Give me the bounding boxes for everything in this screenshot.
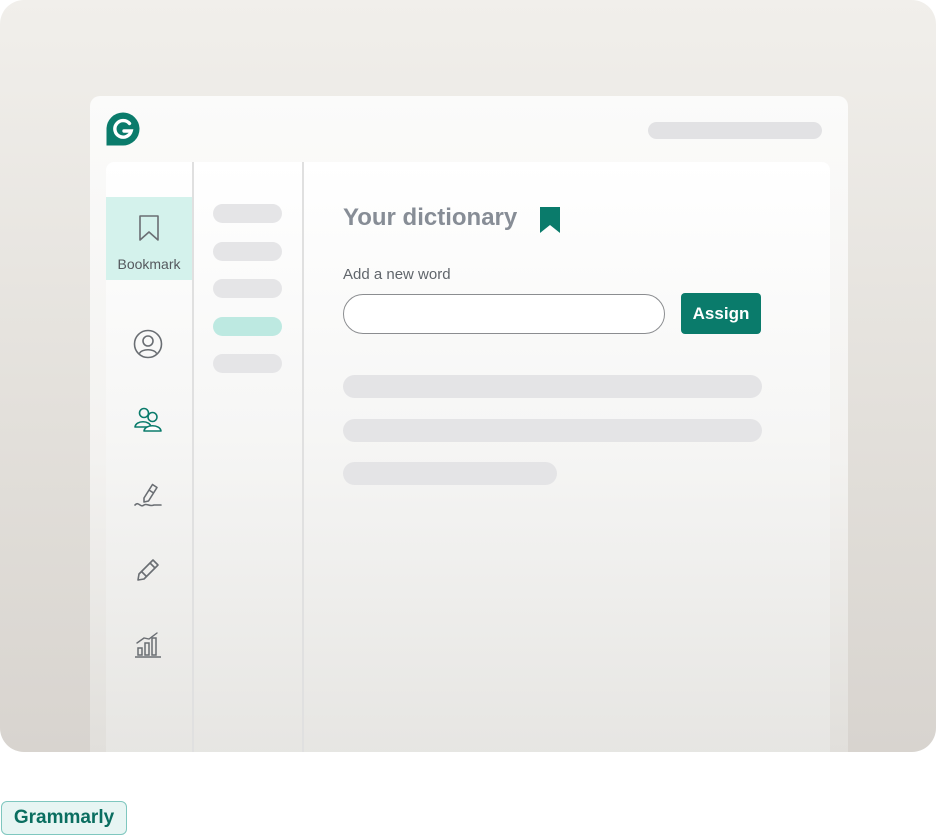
bookmark-filled-icon [540,207,560,233]
user-icon[interactable] [132,328,164,360]
subnav-item-active[interactable] [213,317,282,336]
assign-button[interactable]: Assign [681,293,761,334]
app-window: Bookmark Your dictionary Add a new word … [90,96,848,752]
sidebar-item-bookmark[interactable]: Bookmark [106,197,192,280]
subnav-item[interactable] [213,354,282,373]
grammarly-logo-icon[interactable] [106,112,140,146]
bookmark-icon [139,215,159,241]
word-list-placeholder [343,419,762,442]
add-word-label: Add a new word [343,266,451,283]
pencil-icon[interactable] [132,553,164,585]
add-word-input[interactable] [343,294,665,334]
sidebar-item-label: Bookmark [117,256,181,272]
sub-navigation [194,162,304,752]
top-bar-placeholder [648,122,822,139]
word-list-placeholder [343,462,557,485]
subnav-item[interactable] [213,242,282,261]
page-title: Your dictionary [343,204,518,231]
dictionary-content: Your dictionary Add a new word Assign [303,162,830,752]
word-list-placeholder [343,375,762,398]
users-icon[interactable] [132,403,164,435]
subnav-item[interactable] [213,204,282,223]
subnav-item[interactable] [213,279,282,298]
background-stage: Bookmark Your dictionary Add a new word … [0,0,936,752]
pen-signature-icon[interactable] [132,478,164,510]
sidebar: Bookmark [106,162,194,752]
bar-chart-icon[interactable] [132,628,164,660]
grammarly-badge: Grammarly [1,801,127,835]
main-panel: Bookmark Your dictionary Add a new word … [106,162,830,752]
